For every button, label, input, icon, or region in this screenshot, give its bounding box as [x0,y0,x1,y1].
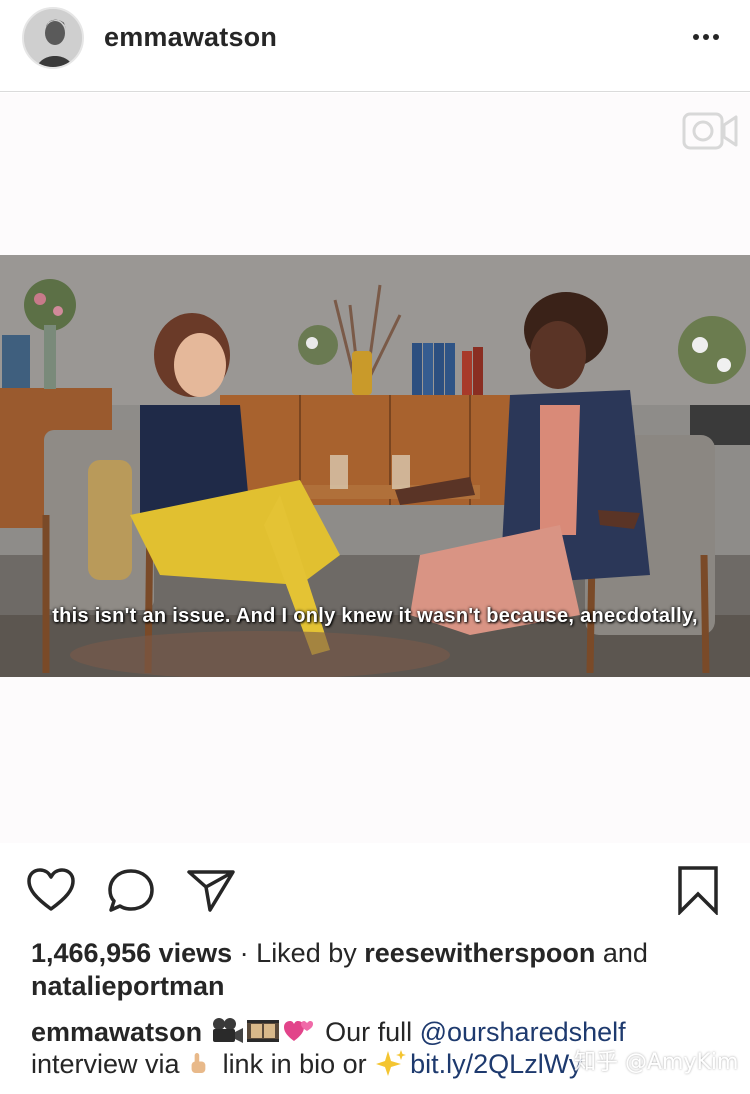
and-label: and [595,938,648,968]
action-bar [0,843,750,935]
video-camera-emoji [212,1018,243,1043]
post-media[interactable]: this isn't an issue. And I only knew it … [0,93,750,843]
comment-bubble-icon[interactable] [107,867,155,913]
caption-mention-link[interactable]: @oursharedshelf [420,1017,626,1047]
sparkles-emoji [376,1050,407,1076]
revolving-hearts-emoji [283,1021,313,1041]
liked-user-link[interactable]: reesewitherspoon [364,938,595,968]
film-frames-emoji [246,1020,279,1042]
more-options-icon[interactable] [686,22,726,52]
caption-text: Our full [317,1017,420,1047]
paper-plane-icon[interactable] [186,867,236,913]
video-frame[interactable]: this isn't an issue. And I only knew it … [0,255,750,677]
caption-text: interview via [31,1049,188,1079]
bookmark-icon[interactable] [676,865,720,915]
pointing-up-emoji [191,1053,206,1073]
video-camera-icon [682,112,738,150]
liked-by-label: Liked by [256,938,365,968]
heart-icon[interactable] [26,867,76,913]
caption-username[interactable]: emmawatson [31,1017,202,1047]
watermark: 知乎 @AmyKim [574,1050,739,1075]
video-subtitle: this isn't an issue. And I only knew it … [52,605,698,627]
header-username[interactable]: emmawatson [104,22,277,53]
caption-url-link[interactable]: bit.ly/2QLzlWy [410,1049,582,1079]
caption-text: link in bio or [215,1049,375,1079]
views-and-likes: 1,466,956 views · Liked by reesewithersp… [31,937,731,1003]
avatar[interactable] [22,7,84,69]
liked-user-link[interactable]: natalieportman [31,971,225,1001]
separator-dot: · [232,938,257,968]
views-count[interactable]: 1,466,956 views [31,938,232,968]
post-header: emmawatson [0,0,750,92]
avatar-photo [24,9,82,67]
